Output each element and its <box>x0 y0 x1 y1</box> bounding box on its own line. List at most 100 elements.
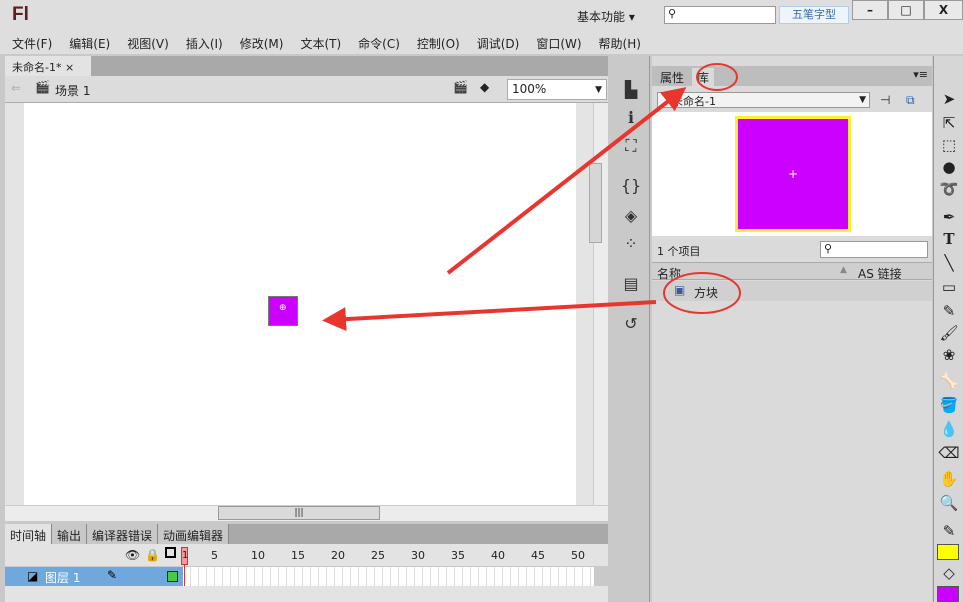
menu-help[interactable]: 帮助(H) <box>599 30 647 54</box>
pencil-icon: ✎ <box>107 568 118 582</box>
ime-indicator[interactable]: 五笔字型 <box>779 6 849 24</box>
stroke-pencil-icon: ✎ <box>942 522 956 540</box>
frame-number: 25 <box>371 549 385 562</box>
edit-symbols-icon[interactable]: ◆ <box>480 80 489 94</box>
menu-debug[interactable]: 调试(D) <box>477 30 526 54</box>
rectangle-tool-icon[interactable]: ▭ <box>937 278 961 300</box>
eyedropper-tool-icon[interactable]: 💧 <box>937 420 961 442</box>
preview-square: + <box>735 116 851 232</box>
tab-motion-editor[interactable]: 动画编辑器 <box>158 524 230 544</box>
tab-output[interactable]: 输出 <box>52 524 88 544</box>
transform-icon[interactable]: ⛶ <box>620 136 642 158</box>
hand-tool-icon[interactable]: ✋ <box>937 470 961 492</box>
new-library-panel-icon[interactable]: ⧉ <box>906 93 915 108</box>
eraser-tool-icon[interactable]: ⌫ <box>937 444 961 466</box>
3d-rotation-tool-icon[interactable]: ● <box>937 158 961 180</box>
square-symbol-instance[interactable]: ⊕ <box>268 296 298 326</box>
tab-properties[interactable]: 属性 <box>655 68 689 87</box>
paint-bucket-tool-icon[interactable]: 🪣 <box>937 396 961 418</box>
history-icon[interactable]: ↺ <box>620 314 642 336</box>
subselection-tool-icon[interactable]: ⇱ <box>937 114 961 136</box>
timeline-header: 👁 🔒 5 10 15 20 25 30 35 40 45 50 <box>5 544 608 566</box>
free-transform-tool-icon[interactable]: ⬚ <box>937 136 961 158</box>
tab-timeline[interactable]: 时间轴 <box>5 524 53 544</box>
text-tool-icon[interactable]: T <box>937 230 961 252</box>
actions-icon[interactable]: {} <box>620 176 642 198</box>
library-item-name: 方块 <box>694 286 719 300</box>
scene-panel-icon[interactable]: ▤ <box>620 274 642 296</box>
info-icon[interactable]: ℹ <box>620 108 642 130</box>
tab-compiler-errors[interactable]: 编译器错误 <box>87 524 159 544</box>
workspace-switcher[interactable]: 基本功能 ▾ <box>577 8 635 25</box>
registration-point-icon: + <box>788 167 799 181</box>
lasso-tool-icon[interactable]: ➰ <box>937 180 961 202</box>
zoom-select[interactable]: 100% ▼ <box>507 79 607 100</box>
pin-library-icon[interactable]: ⊣ <box>880 93 890 107</box>
app-logo: Fl <box>12 4 29 25</box>
horizontal-scroll-thumb[interactable]: ||| <box>218 506 380 520</box>
chevron-down-icon: ▼ <box>859 95 866 105</box>
frame-number: 40 <box>491 549 505 562</box>
stroke-color-swatch[interactable] <box>937 544 959 560</box>
edit-scene-icon[interactable]: 🎬 <box>453 80 468 94</box>
library-panel: 属性 库 ▾≡ 未命名-1 ▼ ⊣ ⧉ + 1 个项目 ⚲ 名称 ▲ AS 链接 … <box>652 56 932 602</box>
menu-edit[interactable]: 编辑(E) <box>69 30 116 54</box>
menu-control[interactable]: 控制(O) <box>417 30 466 54</box>
zoom-tool-icon[interactable]: 🔍 <box>937 494 961 516</box>
library-document-select[interactable]: 未命名-1 ▼ <box>657 92 870 108</box>
layer-outline-color[interactable] <box>167 571 178 582</box>
tools-panel: ➤ ⇱ ⬚ ● ➰ ✒ T ╲ ▭ ✎ 🖌 ❀ 🦴 🪣 💧 ⌫ ✋ 🔍 ✎ ◇ <box>933 56 963 602</box>
frames-grid[interactable] <box>183 567 594 586</box>
pencil-tool-icon[interactable]: ✎ <box>937 302 961 324</box>
menu-commands[interactable]: 命令(C) <box>358 30 406 54</box>
eye-icon[interactable]: 👁 <box>125 548 140 562</box>
components-icon[interactable]: ◈ <box>620 206 642 228</box>
deco-tool-icon[interactable]: ❀ <box>937 346 961 368</box>
tab-library[interactable]: 库 <box>692 68 715 87</box>
back-arrow-icon[interactable]: ⇐ <box>11 81 21 95</box>
help-search-input[interactable]: ⚲ <box>664 6 776 24</box>
menu-insert[interactable]: 插入(I) <box>186 30 229 54</box>
fill-color-swatch[interactable] <box>937 586 959 602</box>
library-search-input[interactable]: ⚲ <box>820 241 928 258</box>
align-icon[interactable]: ▙ <box>620 80 642 102</box>
menu-file[interactable]: 文件(F) <box>12 30 58 54</box>
scene-label[interactable]: 场景 1 <box>55 82 90 99</box>
zoom-value: 100% <box>512 82 547 96</box>
panel-dock: ▙ ℹ ⛶ {} ◈ ⁘ ▤ ↺ <box>612 56 650 602</box>
sort-icon[interactable]: ▲ <box>840 265 847 275</box>
library-panel-tabs: 属性 库 ▾≡ <box>652 66 932 87</box>
line-tool-icon[interactable]: ╲ <box>937 254 961 276</box>
edit-bar: ⇐ 🎬 场景 1 🎬 ◆ 100% ▼ <box>5 76 608 103</box>
frame-number: 35 <box>451 549 465 562</box>
outline-icon[interactable] <box>165 547 176 558</box>
layer-icon: ◪ <box>27 569 39 583</box>
minimize-button[interactable]: – <box>852 0 888 20</box>
menu-modify[interactable]: 修改(M) <box>240 30 290 54</box>
library-item[interactable]: ▣ 方块 <box>652 281 932 301</box>
pen-tool-icon[interactable]: ✒ <box>937 208 961 230</box>
menu-view[interactable]: 视图(V) <box>127 30 175 54</box>
tab-close-icon[interactable]: × <box>65 61 74 74</box>
library-document-name: 未命名-1 <box>672 95 716 108</box>
close-button[interactable]: X <box>924 0 963 20</box>
panel-menu-icon[interactable]: ▾≡ <box>913 68 928 81</box>
frame-number: 30 <box>411 549 425 562</box>
column-linkage[interactable]: AS 链接 <box>858 265 902 282</box>
selection-tool-icon[interactable]: ➤ <box>937 90 961 112</box>
stage[interactable] <box>24 103 576 505</box>
menu-window[interactable]: 窗口(W) <box>536 30 587 54</box>
motion-presets-icon[interactable]: ⁘ <box>620 234 642 256</box>
maximize-button[interactable]: □ <box>888 0 924 20</box>
document-tab[interactable]: 未命名-1* × <box>5 56 91 76</box>
column-name[interactable]: 名称 <box>657 265 681 282</box>
bone-tool-icon[interactable]: 🦴 <box>937 372 961 394</box>
vertical-scroll-thumb[interactable] <box>589 163 602 243</box>
layer-row[interactable]: ◪ 图层 1 ✎ <box>5 567 183 586</box>
menu-bar: 文件(F) 编辑(E) 视图(V) 插入(I) 修改(M) 文本(T) 命令(C… <box>0 30 963 54</box>
lock-icon[interactable]: 🔒 <box>145 548 160 562</box>
playhead[interactable]: 1 <box>181 547 188 565</box>
menu-text[interactable]: 文本(T) <box>300 30 347 54</box>
brush-tool-icon[interactable]: 🖌 <box>937 324 961 346</box>
layer-name[interactable]: 图层 1 <box>45 569 80 586</box>
